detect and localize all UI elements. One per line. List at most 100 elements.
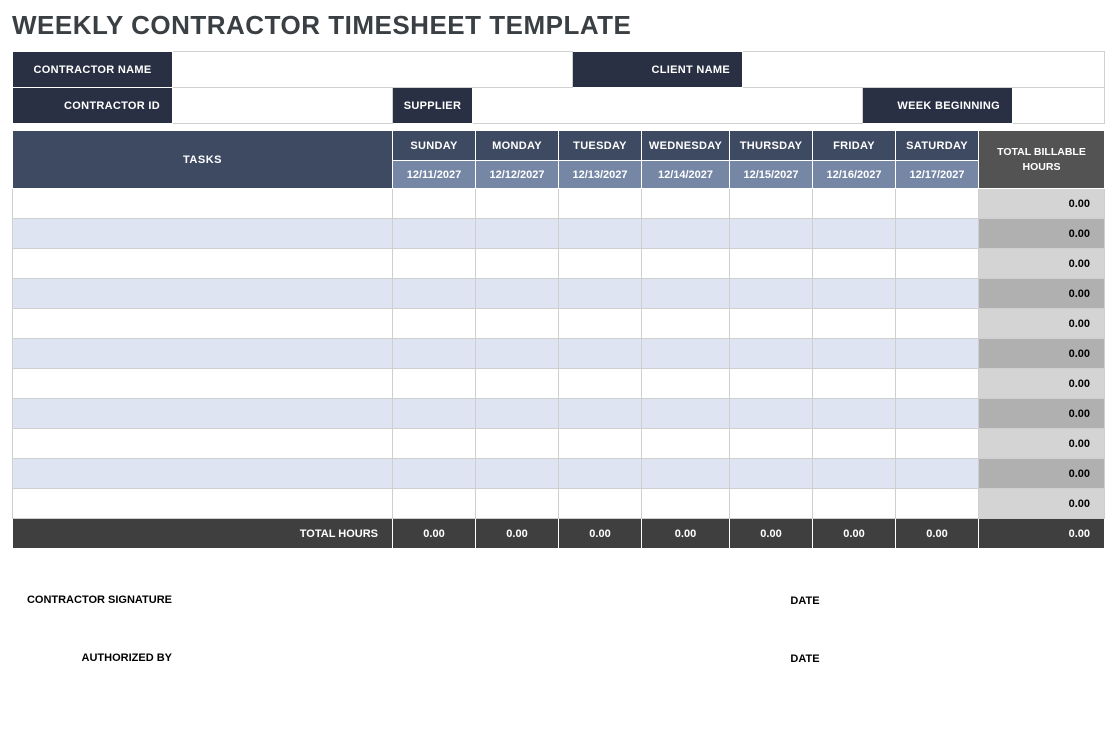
hours-cell[interactable] <box>642 369 730 399</box>
hours-cell[interactable] <box>393 339 476 369</box>
header-date-1: 12/12/2027 <box>476 161 559 189</box>
hours-cell[interactable] <box>559 309 642 339</box>
hours-cell[interactable] <box>393 429 476 459</box>
hours-cell[interactable] <box>476 189 559 219</box>
hours-cell[interactable] <box>730 309 813 339</box>
hours-cell[interactable] <box>476 489 559 519</box>
hours-cell[interactable] <box>813 189 896 219</box>
contractor-name-input[interactable] <box>173 52 573 88</box>
hours-cell[interactable] <box>393 459 476 489</box>
hours-cell[interactable] <box>476 369 559 399</box>
authorized-by-line[interactable] <box>182 625 725 665</box>
task-cell[interactable] <box>13 459 393 489</box>
hours-cell[interactable] <box>730 279 813 309</box>
hours-cell[interactable] <box>476 459 559 489</box>
hours-cell[interactable] <box>559 189 642 219</box>
hours-cell[interactable] <box>813 219 896 249</box>
hours-cell[interactable] <box>896 459 979 489</box>
hours-cell[interactable] <box>896 399 979 429</box>
hours-cell[interactable] <box>476 279 559 309</box>
hours-cell[interactable] <box>559 399 642 429</box>
hours-cell[interactable] <box>393 489 476 519</box>
task-cell[interactable] <box>13 279 393 309</box>
hours-cell[interactable] <box>813 459 896 489</box>
hours-cell[interactable] <box>813 279 896 309</box>
hours-cell[interactable] <box>730 459 813 489</box>
hours-cell[interactable] <box>730 429 813 459</box>
hours-cell[interactable] <box>642 459 730 489</box>
hours-cell[interactable] <box>393 249 476 279</box>
hours-cell[interactable] <box>642 309 730 339</box>
hours-cell[interactable] <box>642 339 730 369</box>
task-cell[interactable] <box>13 369 393 399</box>
hours-cell[interactable] <box>476 339 559 369</box>
hours-cell[interactable] <box>559 459 642 489</box>
hours-cell[interactable] <box>896 369 979 399</box>
hours-cell[interactable] <box>642 189 730 219</box>
hours-cell[interactable] <box>813 369 896 399</box>
hours-cell[interactable] <box>559 429 642 459</box>
hours-cell[interactable] <box>476 399 559 429</box>
hours-cell[interactable] <box>559 489 642 519</box>
contractor-id-input[interactable] <box>173 88 393 124</box>
hours-cell[interactable] <box>730 189 813 219</box>
hours-cell[interactable] <box>642 429 730 459</box>
hours-cell[interactable] <box>393 279 476 309</box>
hours-cell[interactable] <box>730 219 813 249</box>
hours-cell[interactable] <box>642 489 730 519</box>
hours-cell[interactable] <box>896 339 979 369</box>
hours-cell[interactable] <box>896 489 979 519</box>
hours-cell[interactable] <box>476 219 559 249</box>
task-cell[interactable] <box>13 219 393 249</box>
hours-cell[interactable] <box>642 399 730 429</box>
hours-cell[interactable] <box>642 279 730 309</box>
week-beginning-input[interactable] <box>1013 88 1105 124</box>
task-cell[interactable] <box>13 309 393 339</box>
contractor-signature-line[interactable] <box>182 567 725 607</box>
date-line-2[interactable] <box>845 625 1105 665</box>
hours-cell[interactable] <box>813 309 896 339</box>
task-cell[interactable] <box>13 429 393 459</box>
hours-cell[interactable] <box>393 219 476 249</box>
week-beginning-label: WEEK BEGINNING <box>863 88 1013 124</box>
hours-cell[interactable] <box>896 429 979 459</box>
hours-cell[interactable] <box>896 219 979 249</box>
hours-cell[interactable] <box>559 249 642 279</box>
task-cell[interactable] <box>13 189 393 219</box>
hours-cell[interactable] <box>896 249 979 279</box>
hours-cell[interactable] <box>896 309 979 339</box>
hours-cell[interactable] <box>896 189 979 219</box>
hours-cell[interactable] <box>813 249 896 279</box>
task-cell[interactable] <box>13 339 393 369</box>
hours-cell[interactable] <box>896 279 979 309</box>
hours-cell[interactable] <box>476 249 559 279</box>
hours-cell[interactable] <box>813 429 896 459</box>
hours-cell[interactable] <box>730 339 813 369</box>
supplier-input[interactable] <box>473 88 863 124</box>
hours-cell[interactable] <box>559 219 642 249</box>
hours-cell[interactable] <box>393 399 476 429</box>
hours-cell[interactable] <box>730 249 813 279</box>
task-cell[interactable] <box>13 399 393 429</box>
client-name-input[interactable] <box>743 52 1105 88</box>
hours-cell[interactable] <box>393 369 476 399</box>
hours-cell[interactable] <box>642 249 730 279</box>
hours-cell[interactable] <box>730 489 813 519</box>
hours-cell[interactable] <box>393 189 476 219</box>
hours-cell[interactable] <box>476 309 559 339</box>
hours-cell[interactable] <box>476 429 559 459</box>
hours-cell[interactable] <box>813 399 896 429</box>
hours-cell[interactable] <box>813 339 896 369</box>
hours-cell[interactable] <box>730 399 813 429</box>
total-hours-1: 0.00 <box>476 519 559 549</box>
hours-cell[interactable] <box>642 219 730 249</box>
date-line-1[interactable] <box>845 567 1105 607</box>
task-cell[interactable] <box>13 489 393 519</box>
hours-cell[interactable] <box>559 369 642 399</box>
hours-cell[interactable] <box>559 279 642 309</box>
hours-cell[interactable] <box>559 339 642 369</box>
task-cell[interactable] <box>13 249 393 279</box>
hours-cell[interactable] <box>730 369 813 399</box>
hours-cell[interactable] <box>393 309 476 339</box>
hours-cell[interactable] <box>813 489 896 519</box>
